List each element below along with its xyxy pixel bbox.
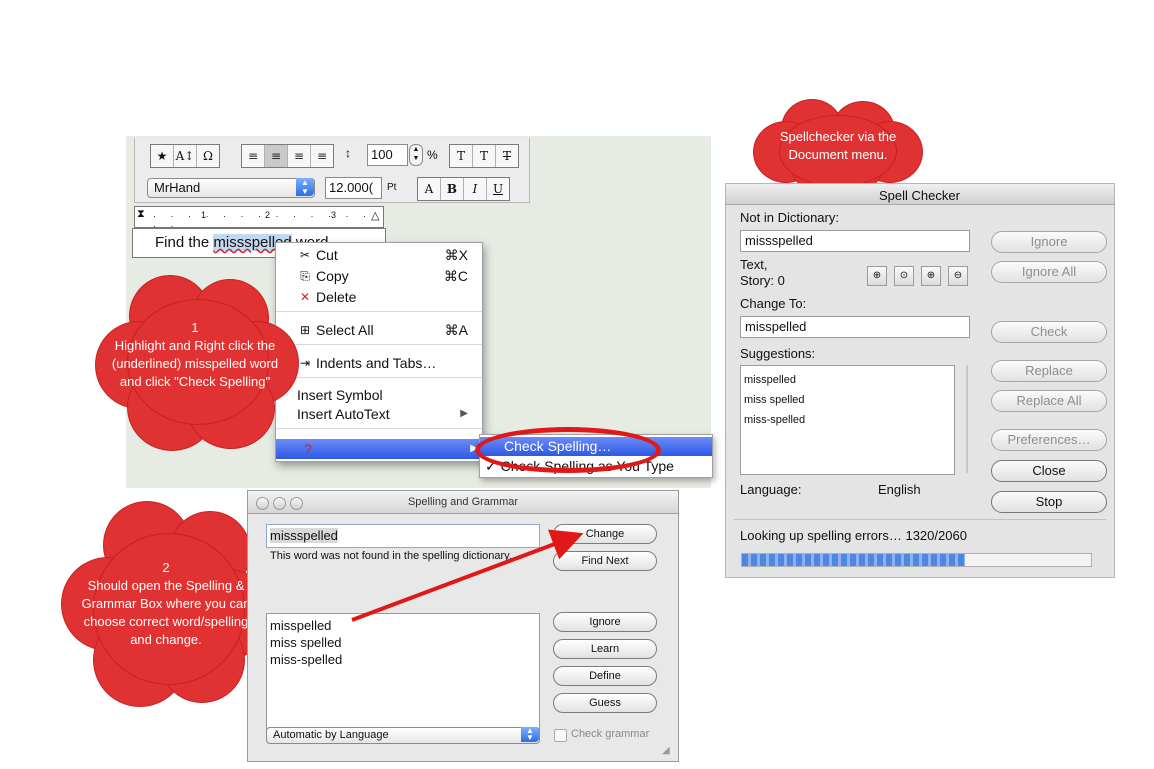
replace-all-button[interactable]: Replace All	[991, 390, 1107, 412]
not-in-dictionary-field[interactable]: missspelled	[740, 230, 970, 252]
zoom-reset-icon[interactable]: ⊙	[894, 266, 914, 286]
suggestion-item[interactable]: miss spelled	[744, 390, 805, 410]
zoom-out-icon[interactable]: ⊖	[948, 266, 968, 286]
progress-fill	[742, 554, 966, 566]
language-label: Language:	[740, 482, 802, 497]
zoom-fit-icon[interactable]: ⊕	[867, 266, 887, 286]
change-to-label: Change To:	[740, 296, 807, 311]
suggestion-item[interactable]: misspelled	[744, 370, 805, 390]
check-button[interactable]: Check	[991, 321, 1107, 343]
not-in-dictionary-label: Not in Dictionary:	[740, 210, 839, 225]
replace-button[interactable]: Replace	[991, 360, 1107, 382]
suggestion-item[interactable]: miss-spelled	[744, 410, 805, 430]
window-title: Spell Checker	[879, 188, 960, 203]
ignore-all-button[interactable]: Ignore All	[991, 261, 1107, 283]
suggestions-label: Suggestions:	[740, 346, 816, 361]
window-titlebar[interactable]: Spell Checker	[726, 184, 1114, 205]
change-to-field[interactable]: misspelled	[740, 316, 970, 338]
list-scrollbar[interactable]	[966, 365, 968, 473]
spell-checker-window: Spell Checker Not in Dictionary: missspe…	[725, 183, 1115, 578]
progress-bar	[741, 553, 1092, 567]
preferences-button[interactable]: Preferences…	[991, 429, 1107, 451]
status-text: Looking up spelling errors… 1320/2060	[740, 528, 967, 543]
stop-button[interactable]: Stop	[991, 491, 1107, 513]
suggestions-list[interactable]: misspelled miss spelled miss-spelled	[740, 365, 955, 475]
location-value: Story: 0	[740, 273, 785, 288]
close-button[interactable]: Close	[991, 460, 1107, 482]
location-label: Text,	[740, 257, 768, 272]
divider	[734, 519, 1106, 520]
ignore-button[interactable]: Ignore	[991, 231, 1107, 253]
zoom-in-icon[interactable]: ⊕	[921, 266, 941, 286]
language-value: English	[878, 482, 921, 497]
